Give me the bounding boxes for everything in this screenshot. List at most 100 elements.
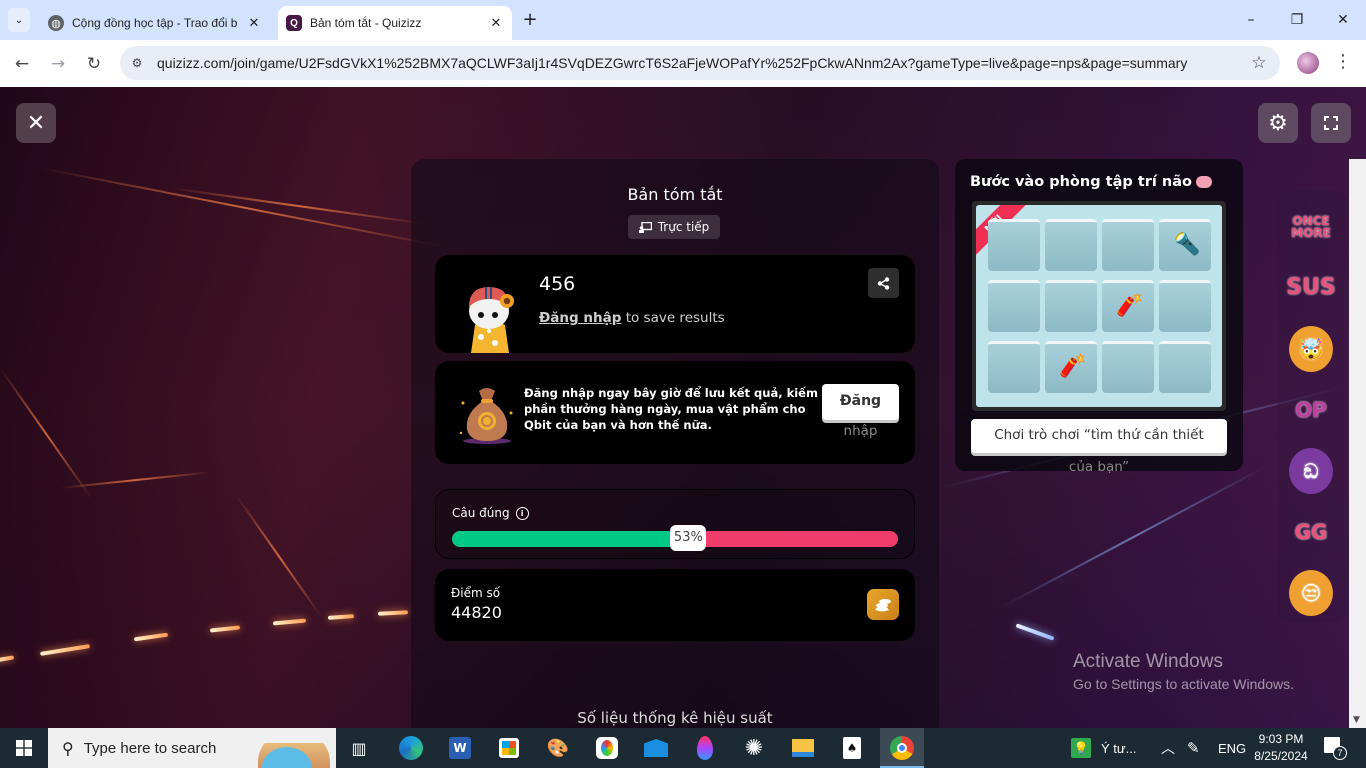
close-tab-icon[interactable]: ✕ — [244, 15, 264, 31]
login-link[interactable]: Đăng nhập — [539, 310, 621, 326]
info-icon[interactable]: i — [515, 506, 529, 520]
show-hidden-icons-button[interactable]: ︿ — [1161, 728, 1175, 768]
close-tab-icon[interactable]: ✕ — [486, 15, 506, 31]
clock-date: 8/25/2024 — [1254, 749, 1308, 763]
player-card: 456 Đăng nhập to save results — [435, 255, 915, 353]
chrome-taskbar-button[interactable] — [880, 728, 924, 768]
browser-menu-icon[interactable]: ⋮ — [1333, 52, 1353, 74]
new-tab-button[interactable]: + — [518, 10, 542, 32]
reaction-loser[interactable]: 😒 — [1289, 570, 1333, 616]
quizizz-icon: Q — [286, 15, 302, 31]
profile-avatar[interactable] — [1297, 52, 1319, 74]
splash-app-icon[interactable]: ✺ — [739, 733, 769, 763]
brain-panel-title: Bước vào phòng tập trí não — [970, 174, 1212, 190]
word-icon[interactable]: W — [445, 733, 475, 763]
quizizz-summary-page: ✕ ⚙ Bản tóm tắt Trực tiếp 456 Đăng nhập … — [0, 87, 1366, 728]
arrow-left-icon: ← — [14, 54, 30, 74]
share-button[interactable] — [868, 268, 899, 298]
tab-cong-dong[interactable]: ◍ Cộng đồng học tập - Trao đổi b ✕ — [40, 6, 270, 40]
reaction-among-us[interactable]: ඞ — [1289, 448, 1333, 494]
settings-button[interactable]: ⚙ — [1258, 103, 1298, 143]
game-preview[interactable]: MỚI 🔦🧨🧨 — [972, 201, 1226, 411]
tray-app[interactable]: 💡 Ý tư... — [1071, 728, 1136, 768]
accuracy-label: Câu đúng — [452, 506, 510, 520]
paint-icon[interactable]: 🎨 — [543, 733, 573, 763]
close-window-button[interactable]: ✕ — [1320, 0, 1366, 40]
mail-icon[interactable] — [641, 733, 671, 763]
chevron-down-icon: ⌄ — [14, 14, 24, 26]
background-dash — [133, 632, 169, 642]
file-explorer-icon[interactable] — [788, 733, 818, 763]
solitaire-icon[interactable]: ♠ — [837, 733, 867, 763]
hidden-object-icon: 🧨 — [1116, 293, 1144, 318]
scroll-down-arrow-icon[interactable]: ▼ — [1353, 715, 1360, 725]
fullscreen-icon — [1324, 116, 1338, 130]
tab-search-button[interactable]: ⌄ — [8, 8, 30, 32]
game-grid-cell — [988, 219, 1040, 271]
reaction-gg[interactable]: GG — [1286, 509, 1336, 555]
paint-3d-icon[interactable] — [592, 733, 622, 763]
tab-title: Bản tóm tắt - Quizizz — [310, 16, 422, 30]
taskbar-clock[interactable]: 9:03 PM 8/25/2024 — [1254, 731, 1308, 765]
forward-button[interactable]: → — [45, 51, 71, 77]
hidden-object-icon: 🔦 — [1173, 232, 1201, 257]
tab-quizizz-summary[interactable]: Q Bản tóm tắt - Quizizz ✕ — [278, 6, 512, 40]
search-highlight-art — [258, 732, 330, 768]
taskbar-search-box[interactable]: ⚲ Type here to search — [48, 728, 336, 768]
minimize-button[interactable]: – — [1228, 0, 1274, 40]
site-info-icon[interactable]: ⚙ — [124, 50, 150, 76]
accuracy-bar-correct-fill — [452, 531, 689, 547]
tab-bar: ⌄ ◍ Cộng đồng học tập - Trao đổi b ✕ Q B… — [0, 0, 1366, 40]
background-line — [235, 494, 323, 619]
accuracy-percent-badge: 53% — [670, 525, 707, 551]
lightbulb-icon: 💡 — [1071, 738, 1091, 758]
fresh-paint-icon[interactable] — [690, 733, 720, 763]
windows-activation-watermark: Activate Windows Go to Settings to activ… — [1073, 651, 1294, 692]
chevron-up-icon: ︿ — [1161, 740, 1175, 756]
start-button[interactable] — [0, 728, 48, 768]
fullscreen-button[interactable] — [1311, 103, 1351, 143]
background-dash — [1015, 623, 1055, 641]
background-dash — [39, 644, 91, 656]
address-bar[interactable]: ⚙ quizizz.com/join/game/U2FsdGVkX1%252BM… — [120, 46, 1280, 80]
reaction-mind-blown[interactable]: 🤯 — [1289, 326, 1333, 372]
player-name: 456 — [539, 273, 576, 295]
live-chip-label: Trực tiếp — [657, 220, 710, 234]
reaction-sidebar: ONCE MORE SUS 🤯 OP ඞ GG 😒 — [1277, 190, 1347, 622]
reaction-sus[interactable]: SUS — [1286, 265, 1336, 311]
reload-icon: ↻ — [86, 54, 102, 74]
restore-button[interactable]: ❐ — [1274, 0, 1320, 40]
bookmark-star-icon[interactable]: ☆ — [1244, 53, 1274, 73]
brain-training-panel: Bước vào phòng tập trí não MỚI 🔦🧨🧨 Chơi … — [955, 159, 1243, 475]
save-results-text: to save results — [621, 310, 725, 326]
coins-badge — [867, 589, 899, 620]
play-game-button[interactable]: Chơi trò chơi “tìm thứ cần thiết — [971, 419, 1227, 453]
background-line — [59, 471, 210, 489]
microsoft-store-icon[interactable] — [494, 733, 524, 763]
page-scrollbar[interactable]: ▼ — [1349, 159, 1366, 728]
pen-icon[interactable]: ✎ — [1187, 728, 1200, 768]
share-icon — [877, 276, 890, 290]
back-button[interactable]: ← — [9, 51, 35, 77]
close-game-button[interactable]: ✕ — [16, 103, 56, 143]
login-button[interactable]: Đăng — [822, 384, 899, 420]
game-grid-cell — [1102, 219, 1154, 271]
reaction-op[interactable]: OP — [1286, 387, 1336, 433]
score-card: Điểm số 44820 — [435, 569, 915, 641]
game-grid-cell — [988, 280, 1040, 332]
reload-button[interactable]: ↻ — [81, 51, 107, 77]
live-mode-chip: Trực tiếp — [628, 215, 720, 239]
language-indicator[interactable]: ENG — [1218, 728, 1246, 768]
edge-icon[interactable] — [396, 733, 426, 763]
task-view-icon[interactable]: ▥ — [344, 733, 374, 763]
tray-app-label: Ý tư... — [1101, 740, 1137, 756]
windows-logo-icon — [16, 740, 32, 756]
brain-icon — [1195, 176, 1212, 188]
presentation-icon — [638, 221, 652, 233]
search-icon: ⚲ — [62, 738, 74, 758]
browser-toolbar: ← → ↻ ⚙ quizizz.com/join/game/U2FsdGVkX1… — [0, 40, 1366, 87]
game-grid-cell — [1045, 219, 1097, 271]
notification-center-button[interactable]: 7 — [1322, 736, 1348, 762]
reaction-once-more[interactable]: ONCE MORE — [1286, 204, 1336, 250]
url-text[interactable]: quizizz.com/join/game/U2FsdGVkX1%252BMX7… — [157, 55, 1244, 71]
